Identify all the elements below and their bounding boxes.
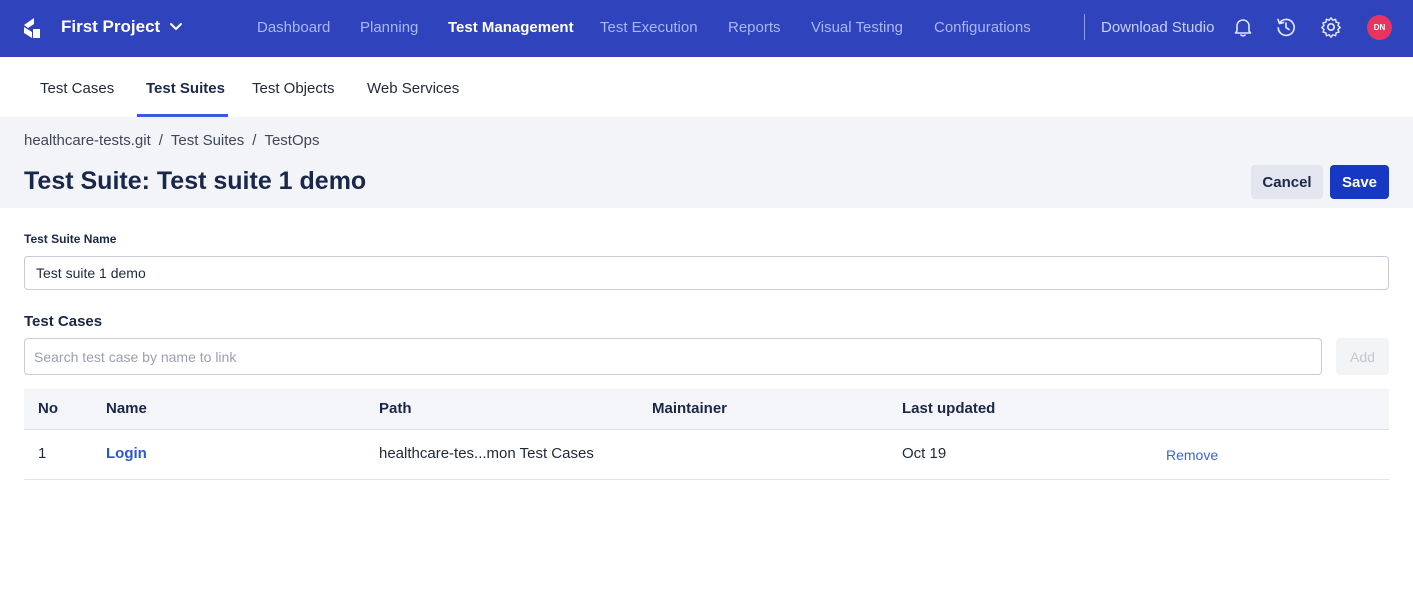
katalon-logo-icon[interactable]	[22, 16, 42, 40]
gear-icon[interactable]	[1320, 16, 1342, 38]
nav-test-execution[interactable]: Test Execution	[600, 18, 698, 38]
top-navigation-bar: First Project Dashboard Planning Test Ma…	[0, 0, 1413, 57]
nav-reports[interactable]: Reports	[728, 18, 781, 38]
column-header-no: No	[38, 400, 58, 417]
column-header-last-updated: Last updated	[902, 400, 996, 417]
nav-configurations[interactable]: Configurations	[934, 18, 1031, 38]
breadcrumb-testops[interactable]: TestOps	[264, 132, 319, 149]
breadcrumb: healthcare-tests.git / Test Suites / TestOps	[24, 131, 319, 151]
nav-planning[interactable]: Planning	[360, 18, 418, 38]
column-header-maintainer: Maintainer	[652, 400, 728, 417]
test-suite-name-label: Test Suite Name	[24, 232, 117, 246]
test-case-search-input[interactable]	[24, 338, 1322, 375]
breadcrumb-separator: /	[252, 132, 257, 149]
sub-navigation: Test Cases Test Suites Test Objects Web …	[0, 57, 1413, 117]
test-cases-label: Test Cases	[24, 313, 103, 330]
bell-icon[interactable]	[1232, 16, 1254, 38]
column-header-path: Path	[379, 400, 412, 417]
row-number: 1	[38, 445, 47, 462]
table-row: 1 Login healthcare-tes...mon Test Cases …	[24, 430, 1389, 480]
breadcrumb-separator: /	[158, 132, 163, 149]
test-case-last-updated: Oct 19	[902, 445, 947, 462]
user-avatar[interactable]: DN	[1367, 15, 1392, 40]
nav-dashboard[interactable]: Dashboard	[257, 18, 330, 38]
project-selector[interactable]: First Project	[61, 16, 160, 38]
nav-visual-testing[interactable]: Visual Testing	[811, 18, 903, 38]
history-icon[interactable]	[1275, 16, 1297, 38]
tab-test-suites[interactable]: Test Suites	[146, 79, 225, 99]
tab-web-services[interactable]: Web Services	[367, 79, 459, 99]
nav-test-management[interactable]: Test Management	[448, 18, 574, 38]
tab-test-objects[interactable]: Test Objects	[252, 79, 335, 99]
chevron-down-icon[interactable]	[168, 19, 184, 35]
test-case-path: healthcare-tes...mon Test Cases	[379, 445, 594, 462]
table-header: No Name Path Maintainer Last updated	[24, 389, 1389, 430]
remove-test-case-link[interactable]: Remove	[1166, 447, 1218, 463]
breadcrumb-test-suites[interactable]: Test Suites	[171, 132, 244, 149]
tab-test-cases[interactable]: Test Cases	[40, 79, 114, 99]
page-title: Test Suite: Test suite 1 demo	[24, 167, 367, 195]
save-button[interactable]: Save	[1330, 165, 1389, 199]
download-studio-link[interactable]: Download Studio	[1101, 18, 1214, 38]
add-test-case-button[interactable]: Add	[1336, 338, 1389, 375]
test-case-name-link[interactable]: Login	[106, 445, 147, 462]
topbar-divider	[1084, 14, 1085, 40]
breadcrumb-repository[interactable]: healthcare-tests.git	[24, 132, 151, 149]
test-suite-name-field[interactable]	[24, 256, 1389, 290]
cancel-button[interactable]: Cancel	[1251, 165, 1323, 199]
column-header-name: Name	[106, 400, 147, 417]
